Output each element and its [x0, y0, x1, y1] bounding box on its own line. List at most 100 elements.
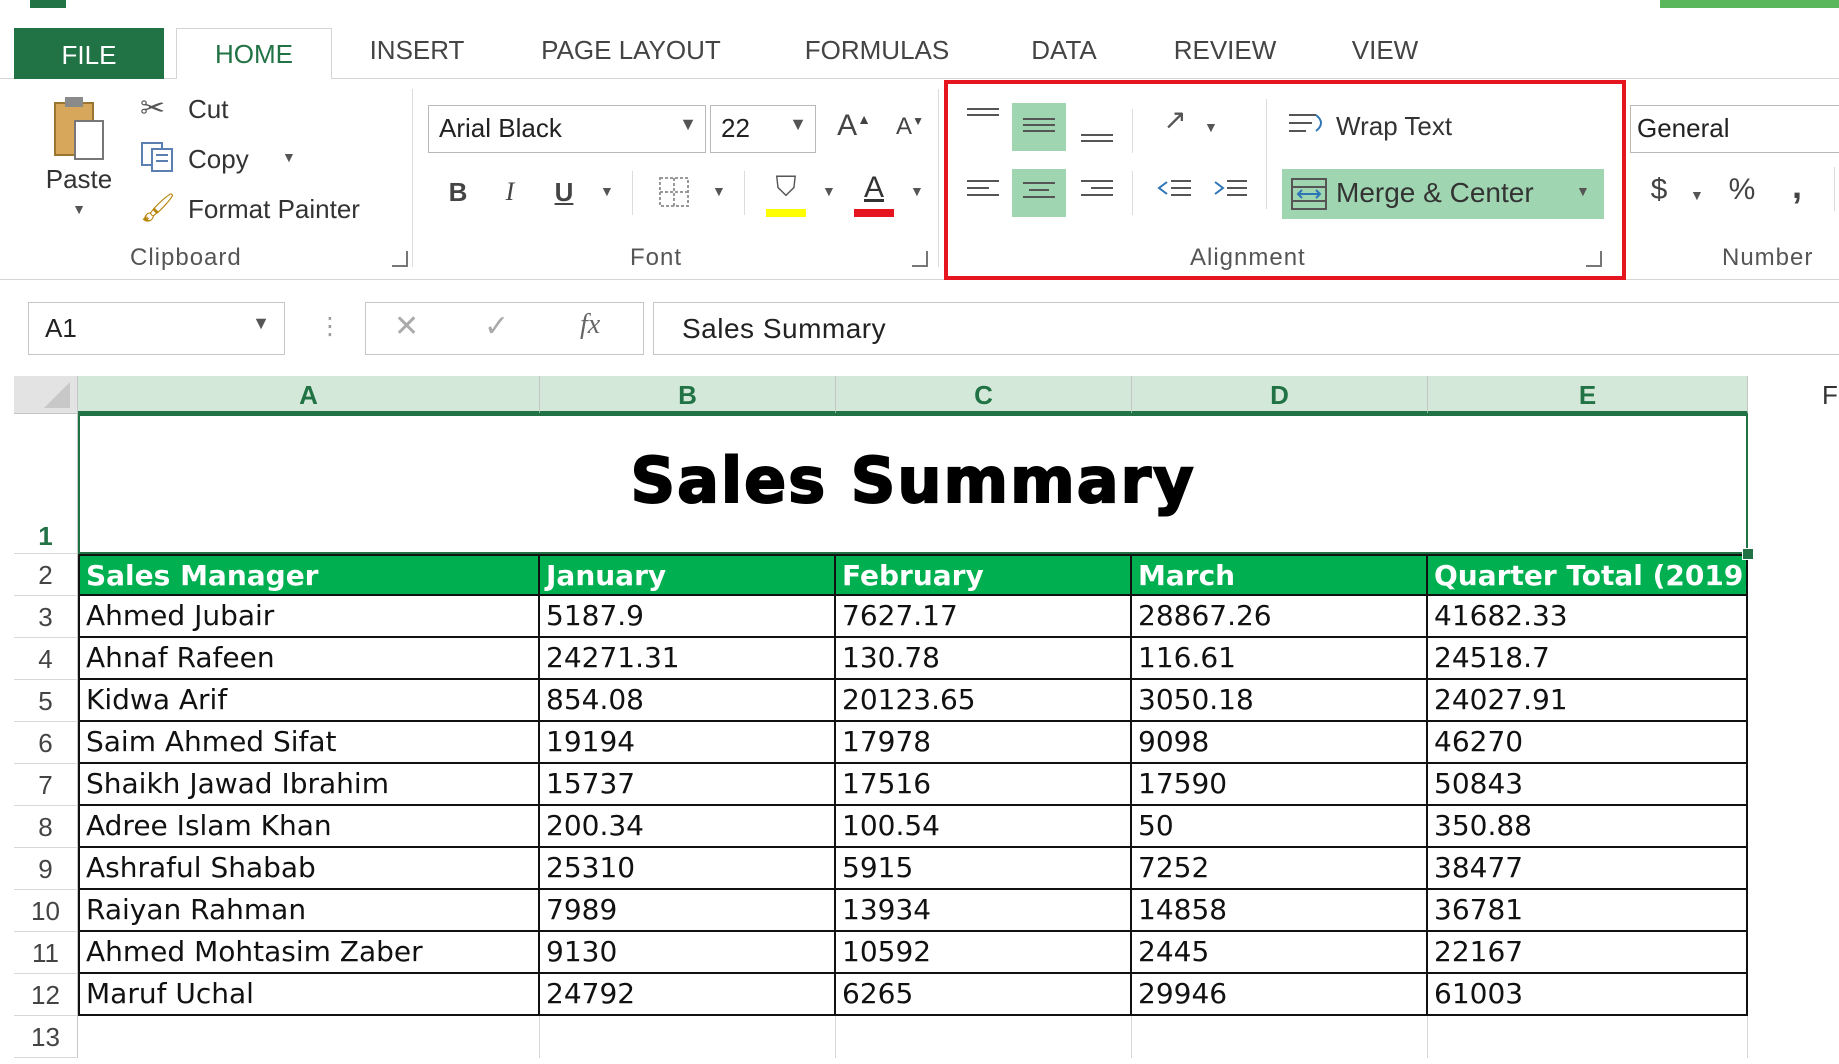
tab-data[interactable]: DATA: [1008, 22, 1120, 78]
table-cell[interactable]: Ahmed Mohtasim Zaber: [78, 932, 540, 974]
cut-icon[interactable]: ✂: [140, 91, 180, 127]
font-color-icon[interactable]: A: [852, 171, 896, 219]
borders-dropdown-arrow-icon[interactable]: ▼: [712, 183, 726, 199]
cancel-entry-icon[interactable]: ✕: [394, 309, 419, 344]
tab-home[interactable]: HOME: [176, 28, 332, 80]
table-cell[interactable]: 29946: [1132, 974, 1428, 1016]
table-cell[interactable]: 50: [1132, 806, 1428, 848]
header-cell[interactable]: January: [540, 554, 836, 596]
empty-cell[interactable]: [78, 1016, 540, 1058]
table-cell[interactable]: 17978: [836, 722, 1132, 764]
table-cell[interactable]: 14858: [1132, 890, 1428, 932]
cut-button[interactable]: Cut: [188, 94, 228, 125]
currency-dropdown-arrow-icon[interactable]: ▼: [1690, 187, 1704, 203]
table-cell[interactable]: 6265: [836, 974, 1132, 1016]
formula-input[interactable]: Sales Summary: [653, 302, 1839, 355]
row-header[interactable]: 8: [14, 806, 78, 848]
table-cell[interactable]: 854.08: [540, 680, 836, 722]
decrease-font-size-icon[interactable]: A▼: [888, 113, 932, 153]
table-cell[interactable]: 130.78: [836, 638, 1132, 680]
table-cell[interactable]: Ahnaf Rafeen: [78, 638, 540, 680]
format-painter-button[interactable]: Format Painter: [188, 194, 360, 225]
paste-button[interactable]: Paste ▼: [36, 93, 122, 223]
table-cell[interactable]: 38477: [1428, 848, 1748, 890]
tab-insert[interactable]: INSERT: [352, 22, 482, 78]
table-cell[interactable]: 10592: [836, 932, 1132, 974]
table-cell[interactable]: 17590: [1132, 764, 1428, 806]
table-cell[interactable]: 22167: [1428, 932, 1748, 974]
font-name-dropdown[interactable]: Arial Black ▼: [428, 105, 706, 153]
table-cell[interactable]: 9098: [1132, 722, 1428, 764]
table-cell[interactable]: 24518.7: [1428, 638, 1748, 680]
table-cell[interactable]: 24271.31: [540, 638, 836, 680]
table-cell[interactable]: Ahmed Jubair: [78, 596, 540, 638]
table-cell[interactable]: 5915: [836, 848, 1132, 890]
empty-cell[interactable]: [540, 1016, 836, 1058]
table-cell[interactable]: 200.34: [540, 806, 836, 848]
italic-button[interactable]: I: [490, 177, 530, 217]
table-cell[interactable]: 50843: [1428, 764, 1748, 806]
font-size-dropdown[interactable]: 22 ▼: [710, 105, 816, 153]
row-header[interactable]: 7: [14, 764, 78, 806]
table-cell[interactable]: 100.54: [836, 806, 1132, 848]
table-cell[interactable]: 36781: [1428, 890, 1748, 932]
font-color-dropdown-arrow-icon[interactable]: ▼: [910, 183, 924, 199]
merged-title-cell[interactable]: Sales Summary: [78, 414, 1748, 554]
empty-cell[interactable]: [1428, 1016, 1748, 1058]
font-launcher-icon[interactable]: [912, 251, 928, 267]
table-cell[interactable]: 17516: [836, 764, 1132, 806]
table-cell[interactable]: Kidwa Arif: [78, 680, 540, 722]
fill-color-dropdown-arrow-icon[interactable]: ▼: [822, 183, 836, 199]
confirm-entry-icon[interactable]: ✓: [484, 309, 509, 344]
table-cell[interactable]: Ashraful Shabab: [78, 848, 540, 890]
underline-dropdown-arrow-icon[interactable]: ▼: [600, 183, 614, 199]
row-header[interactable]: 9: [14, 848, 78, 890]
table-cell[interactable]: 46270: [1428, 722, 1748, 764]
row-header[interactable]: 10: [14, 890, 78, 932]
tab-page-layout[interactable]: PAGE LAYOUT: [520, 22, 742, 78]
copy-dropdown-arrow-icon[interactable]: ▼: [282, 149, 296, 165]
currency-button[interactable]: $: [1644, 173, 1674, 213]
table-cell[interactable]: 25310: [540, 848, 836, 890]
copy-icon[interactable]: [140, 141, 176, 173]
percent-button[interactable]: %: [1722, 173, 1762, 213]
clipboard-launcher-icon[interactable]: [392, 251, 408, 267]
borders-icon[interactable]: [654, 175, 694, 215]
name-box[interactable]: A1 ▼: [28, 302, 285, 355]
header-cell[interactable]: Sales Manager: [78, 554, 540, 596]
formula-bar-grip-icon[interactable]: ⋮: [318, 312, 342, 341]
paste-dropdown-arrow-icon[interactable]: ▼: [36, 201, 122, 217]
row-header[interactable]: 11: [14, 932, 78, 974]
table-cell[interactable]: 7989: [540, 890, 836, 932]
tab-file[interactable]: FILE: [14, 28, 164, 82]
row-header[interactable]: 4: [14, 638, 78, 680]
number-format-dropdown[interactable]: General: [1630, 105, 1839, 153]
table-cell[interactable]: 28867.26: [1132, 596, 1428, 638]
table-cell[interactable]: 15737: [540, 764, 836, 806]
table-cell[interactable]: Adree Islam Khan: [78, 806, 540, 848]
column-header-e[interactable]: E: [1428, 376, 1748, 414]
table-cell[interactable]: Raiyan Rahman: [78, 890, 540, 932]
table-cell[interactable]: 24027.91: [1428, 680, 1748, 722]
empty-cell[interactable]: [836, 1016, 1132, 1058]
empty-cell[interactable]: [1132, 1016, 1428, 1058]
bold-button[interactable]: B: [438, 177, 478, 217]
table-cell[interactable]: 9130: [540, 932, 836, 974]
fill-color-icon[interactable]: ⛉: [764, 171, 808, 219]
table-cell[interactable]: Shaikh Jawad Ibrahim: [78, 764, 540, 806]
tab-review[interactable]: REVIEW: [1158, 22, 1292, 78]
table-cell[interactable]: 7627.17: [836, 596, 1132, 638]
row-header[interactable]: 12: [14, 974, 78, 1016]
table-cell[interactable]: 61003: [1428, 974, 1748, 1016]
header-cell[interactable]: February: [836, 554, 1132, 596]
column-header-f[interactable]: F: [1748, 376, 1839, 414]
row-header[interactable]: 1: [14, 414, 78, 554]
select-all-button[interactable]: [14, 376, 78, 414]
table-cell[interactable]: 5187.9: [540, 596, 836, 638]
table-cell[interactable]: Saim Ahmed Sifat: [78, 722, 540, 764]
table-cell[interactable]: 20123.65: [836, 680, 1132, 722]
table-cell[interactable]: 41682.33: [1428, 596, 1748, 638]
column-header-b[interactable]: B: [540, 376, 836, 414]
table-cell[interactable]: 7252: [1132, 848, 1428, 890]
header-cell[interactable]: Quarter Total (2019): [1428, 554, 1748, 596]
